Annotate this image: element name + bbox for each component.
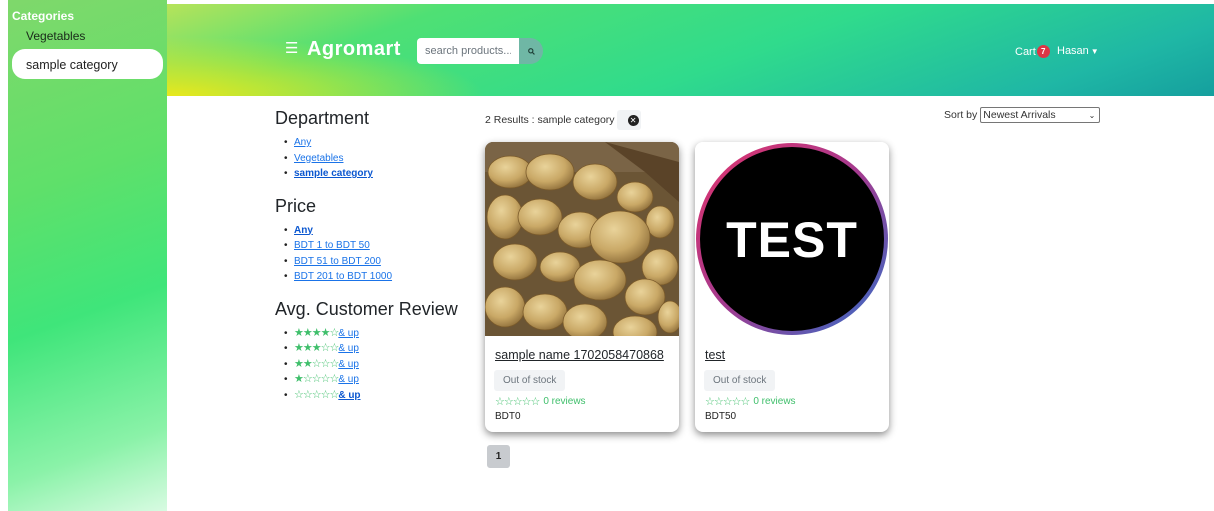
review-list: ★★★★☆& up ★★★☆☆& up ★★☆☆☆& up ★☆☆☆☆& up … [275,326,475,404]
clear-filter-button[interactable]: ✕ [616,110,641,130]
sidebar-item-vegetables[interactable]: Vegetables [8,23,167,45]
sidebar-title: Categories [12,9,75,23]
cart-count-badge: 7 [1036,45,1050,58]
list-item: Any [284,223,475,239]
department-vegetables-link[interactable]: Vegetables [294,153,344,164]
department-sample-category-link[interactable]: sample category [294,168,373,179]
stock-status-badge: Out of stock [704,370,776,391]
department-list: Any Vegetables sample category [275,135,475,182]
top-navbar: ☰ Agromart Cart 7 Hasan▼ [167,4,1214,96]
chevron-down-icon: ⌄ [1088,110,1096,120]
sort-control: Sort by Newest Arrivals ⌄ [944,107,1101,123]
rating-stars: ☆☆☆☆☆ [705,396,750,408]
review-count[interactable]: 0 reviews [543,396,585,407]
potatoes-image [485,142,679,336]
list-item: Any [284,135,475,151]
test-logo-image: TEST [695,142,889,336]
review-up-link[interactable]: & up [338,374,359,385]
user-name: Hasan [1057,45,1089,57]
sort-select[interactable]: Newest Arrivals ⌄ [980,107,1101,123]
list-item: sample category [284,166,475,182]
search-button[interactable] [519,38,543,64]
product-title[interactable]: sample name 1702058470868 [495,348,679,362]
review-up-link[interactable]: & up [338,359,359,370]
sort-label: Sort by [944,109,978,121]
brand-logo[interactable]: ☰ Agromart [285,38,401,61]
review-count[interactable]: 0 reviews [753,396,795,407]
list-item: Vegetables [284,151,475,167]
category-sidebar: Categories Vegetables sample category [8,0,167,511]
list-item: BDT 201 to BDT 1000 [284,269,475,285]
sort-selected-value: Newest Arrivals [983,109,1056,121]
price-heading: Price [275,195,317,216]
sidebar-item-sample-category[interactable]: sample category [12,49,163,79]
rating-stars: ★★★☆☆ [294,342,339,354]
rating-stars: ★☆☆☆☆ [294,373,339,385]
product-price: BDT50 [705,411,737,422]
product-card[interactable]: TEST test Out of stock ☆☆☆☆☆ 0 reviews B… [695,142,889,432]
product-image[interactable] [485,142,679,336]
product-image[interactable]: TEST [695,142,889,336]
search-icon [527,47,535,55]
brand-name: Agromart [306,38,401,60]
review-up-link[interactable]: & up [338,328,359,339]
results-summary: 2 Results : sample category ✕ [485,110,641,130]
cart-link[interactable]: Cart 7 [1015,45,1050,58]
rating-stars: ☆☆☆☆☆ [294,388,339,401]
list-item: BDT 51 to BDT 200 [284,254,475,270]
product-card[interactable]: sample name 1702058470868 Out of stock ☆… [485,142,679,432]
user-dropdown[interactable]: Hasan ▼ [1057,45,1099,57]
price-list: Any BDT 1 to BDT 50 BDT 51 to BDT 200 BD… [275,223,475,285]
search-form [417,38,543,64]
price-51-200-link[interactable]: BDT 51 to BDT 200 [294,256,381,267]
logo-text: TEST [726,212,858,268]
product-title[interactable]: test [705,348,889,362]
pagination-page-button[interactable]: 1 [487,445,510,468]
department-any-link[interactable]: Any [294,137,311,148]
rating-stars: ☆☆☆☆☆ [495,396,540,408]
results-count: 2 Results : sample category [485,114,615,126]
review-up-link[interactable]: & up [338,343,359,354]
product-rating: ☆☆☆☆☆ 0 reviews [495,395,679,408]
price-any-link[interactable]: Any [294,225,313,236]
review-filter-1[interactable]: ★☆☆☆☆& up [284,372,475,388]
caret-down-icon: ▼ [1090,47,1099,56]
stock-status-badge: Out of stock [494,370,566,391]
review-filter-2[interactable]: ★★☆☆☆& up [284,357,475,373]
rating-stars: ★★★★☆ [294,326,339,339]
review-filter-3[interactable]: ★★★☆☆& up [284,341,475,357]
filter-panel: Department Any Vegetables sample categor… [275,108,475,403]
department-heading: Department [275,108,370,128]
review-filter-0[interactable]: ☆☆☆☆☆& up [284,388,475,404]
product-rating: ☆☆☆☆☆ 0 reviews [705,395,889,408]
list-item: BDT 1 to BDT 50 [284,238,475,254]
review-filter-4[interactable]: ★★★★☆& up [284,326,475,342]
search-input[interactable] [417,38,519,64]
close-circle-icon: ✕ [627,114,639,126]
rating-stars: ★★☆☆☆ [294,357,339,370]
price-201-1000-link[interactable]: BDT 201 to BDT 1000 [294,271,392,282]
hamburger-menu-icon[interactable]: ☰ [285,40,299,57]
review-heading: Avg. Customer Review [275,298,458,319]
review-up-link[interactable]: & up [338,390,360,401]
price-1-50-link[interactable]: BDT 1 to BDT 50 [294,240,370,251]
cart-label: Cart [1015,45,1036,58]
product-price: BDT0 [495,411,521,422]
